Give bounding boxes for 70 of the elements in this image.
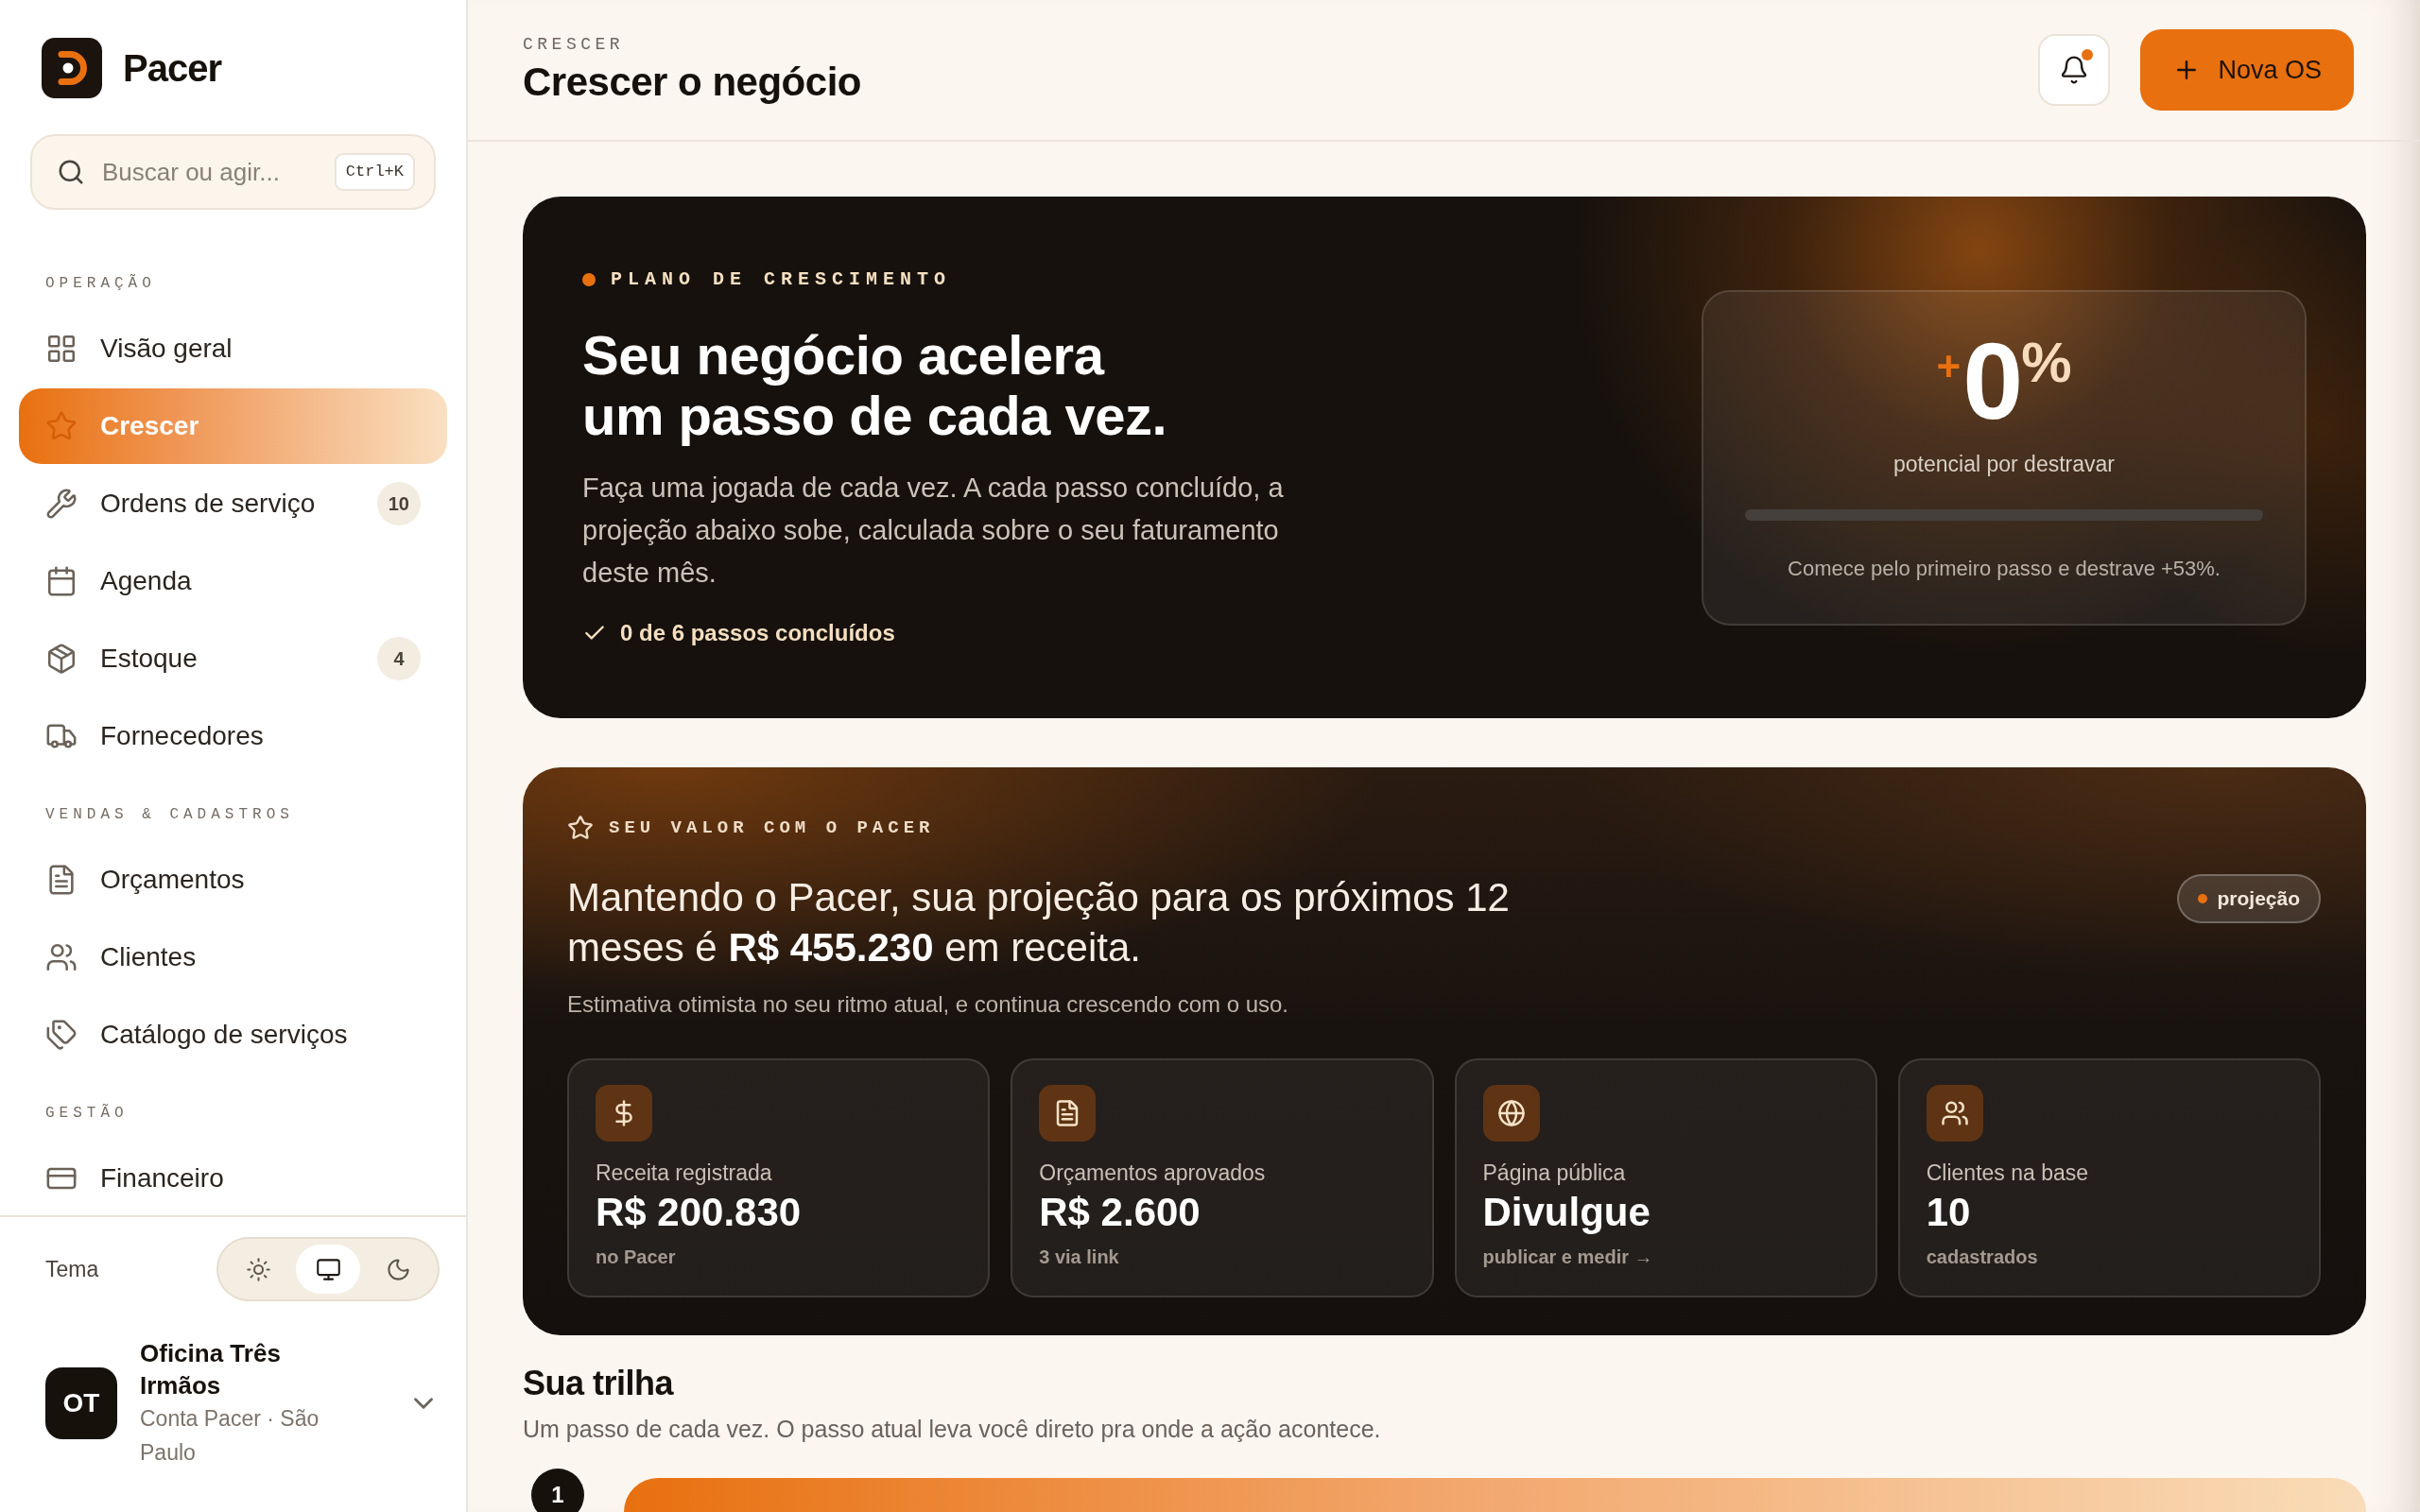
projection-note: Estimativa otimista no seu ritmo atual, e continua crescendo com o uso. xyxy=(567,990,1290,1019)
stat-label: Orçamentos aprovados xyxy=(1039,1160,1266,1186)
hero-heading: Seu negócio acelera um passo de cada vez. xyxy=(582,324,1168,446)
steps-progress: 0 de 6 passos concluídos xyxy=(620,618,895,647)
theme-label: Tema xyxy=(45,1256,99,1282)
section-description: Um passo de cada vez. O passo atual leva você direto pra onde a ação acontece. xyxy=(523,1415,1382,1444)
grid-icon xyxy=(45,333,78,365)
wrench-icon xyxy=(45,488,78,520)
potential-hint: Comece pelo primeiro passo e destrave +53%. xyxy=(1788,555,2221,582)
users-icon xyxy=(45,941,78,973)
status-dot-icon xyxy=(2198,894,2208,903)
step-number: 1 xyxy=(531,1469,584,1512)
potential-label: potencial por destravar xyxy=(1893,450,2115,478)
monitor-icon xyxy=(315,1256,341,1282)
hero-description: Faça uma jogada de cada vez. A cada passo concluído, a projeção abaixo sobe, calculada sobre o seu faturamento deste mês. xyxy=(582,471,1285,590)
sun-icon xyxy=(245,1256,271,1282)
star-icon xyxy=(567,815,594,841)
section-heading: Sua trilha xyxy=(523,1363,675,1404)
section-label: VENDAS & CADASTROS xyxy=(44,805,295,824)
status-dot-icon xyxy=(582,272,596,286)
stat-label: Clientes na base xyxy=(1926,1160,2089,1186)
stat-value: 10 xyxy=(1926,1191,1971,1234)
nav-item[interactable]: Clientes xyxy=(19,919,447,995)
nav-item[interactable]: Fornecedores xyxy=(19,698,447,774)
stat-label: Página pública xyxy=(1482,1160,1626,1186)
account-avatar: OT xyxy=(45,1367,117,1439)
nav-item[interactable]: Orçamentos xyxy=(19,842,447,918)
moon-icon xyxy=(385,1256,411,1282)
section-label: GESTÃO xyxy=(44,1104,130,1123)
stat-label: Receita registrada xyxy=(596,1160,772,1186)
stat-note: no Pacer xyxy=(596,1246,676,1269)
card-eyebrow: SEU VALOR COM O PACER xyxy=(609,816,935,840)
globe-icon xyxy=(1482,1085,1540,1142)
section-label: OPERAÇÃO xyxy=(44,274,157,293)
calendar-icon xyxy=(45,565,78,597)
star-icon xyxy=(45,410,78,442)
document-icon xyxy=(1039,1085,1097,1142)
box-icon xyxy=(45,643,78,675)
page-eyebrow: CRESCER xyxy=(523,35,626,54)
users-icon xyxy=(1926,1085,1983,1142)
nav-item[interactable]: Catálogo de serviços xyxy=(19,997,447,1073)
tags-icon xyxy=(45,1019,78,1051)
brand-name: Pacer xyxy=(123,46,221,90)
stat-note: publicar e medir → xyxy=(1482,1246,1653,1269)
shortcut-key: Ctrl+K xyxy=(334,153,415,191)
new-order-button[interactable]: Nova OS xyxy=(2140,29,2354,111)
stat-note: 3 via link xyxy=(1039,1246,1119,1269)
nav-item[interactable]: Financeiro xyxy=(19,1141,447,1215)
stat-note: cadastrados xyxy=(1926,1246,2038,1269)
stat-value: R$ 200.830 xyxy=(596,1191,802,1234)
stat-value: Divulgue xyxy=(1482,1191,1651,1234)
stat-value: R$ 2.600 xyxy=(1039,1191,1201,1234)
potential-percentage: $^{+}$0$^{%}$ xyxy=(1936,326,2072,436)
nav-item[interactable]: Estoque 4 xyxy=(19,621,447,696)
nav-item[interactable]: Ordens de serviço 10 xyxy=(19,466,447,541)
card-eyebrow: PLANO DE CRESCIMENTO xyxy=(611,267,952,291)
account-name: Oficina Três Irmãos xyxy=(140,1338,282,1401)
item-count: 4 xyxy=(377,637,421,680)
page-title: Crescer o negócio xyxy=(523,60,861,105)
logo-icon xyxy=(42,38,102,98)
item-count: 10 xyxy=(376,482,421,525)
dollar-icon xyxy=(596,1085,652,1142)
search-icon xyxy=(57,158,85,186)
nav-item[interactable]: Visão geral xyxy=(19,311,447,387)
projection-heading: Mantendo o Pacer, sua projeção para os próximos 12 meses é R$ 455.230 em receita. xyxy=(567,874,1511,971)
theme-option[interactable] xyxy=(296,1245,360,1294)
account-subtitle: Conta Pacer · São Paulo xyxy=(140,1405,320,1467)
projection-label: projeção xyxy=(2217,887,2300,910)
notifications-button[interactable] xyxy=(2038,34,2111,106)
nav-item[interactable]: Agenda xyxy=(19,543,447,619)
